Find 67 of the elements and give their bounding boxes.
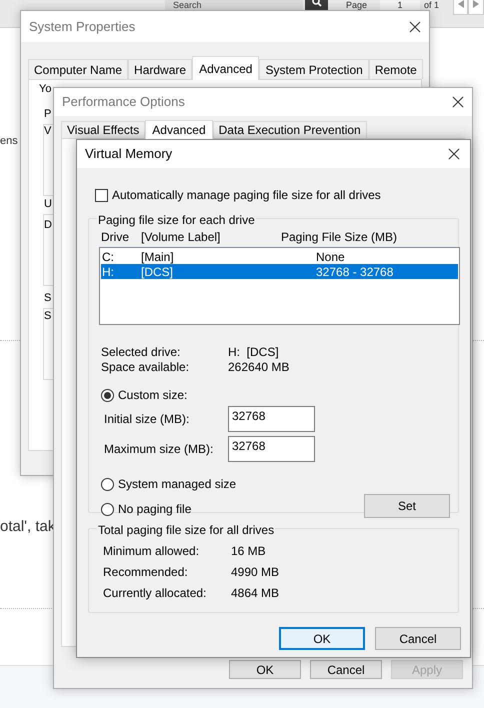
text-fragment: P [44, 108, 52, 121]
close-icon[interactable] [452, 96, 464, 108]
window-title: System Properties [29, 18, 136, 36]
close-icon[interactable] [448, 148, 460, 160]
paging-size: None [316, 248, 345, 266]
tab[interactable]: Hardware [128, 59, 192, 79]
radio-button[interactable] [101, 388, 114, 402]
drive-row[interactable]: H: [DCS] 32768 - 32768 [101, 264, 458, 279]
window-title: Performance Options [62, 93, 185, 112]
tab[interactable]: Computer Name [28, 59, 128, 79]
tab[interactable]: Data Execution Prevention [212, 121, 367, 138]
text-fragment: V [44, 125, 52, 138]
search-icon [312, 0, 322, 7]
left-arrow-icon [458, 0, 464, 8]
info-value: H: [DCS] [228, 344, 279, 361]
radio-label: Custom size: [118, 387, 188, 404]
field-label: Maximum size (MB): [104, 441, 214, 458]
volume-label: [Main] [141, 248, 175, 266]
radio-button[interactable] [101, 502, 114, 516]
dialog-button[interactable]: OK [229, 660, 301, 679]
input-field[interactable]: 32768 [228, 436, 315, 462]
column-header: Paging File Size (MB) [281, 229, 398, 246]
total-label: Minimum allowed: [103, 543, 200, 560]
drive-row[interactable]: C: [Main] None [101, 249, 458, 264]
radio-button[interactable] [101, 478, 114, 490]
radio-label: System managed size [118, 476, 236, 493]
right-arrow-icon [473, 0, 479, 8]
field-label: Initial size (MB): [104, 411, 190, 428]
text-fragment: ens [0, 134, 18, 149]
total-label: Currently allocated: [103, 585, 208, 602]
column-header: [Volume Label] [141, 229, 222, 246]
checkbox-label: Automatically manage paging file size for all drives [112, 187, 381, 204]
column-header: Drive [101, 229, 130, 246]
dialog-button[interactable]: Cancel [375, 627, 461, 650]
tab[interactable]: Advanced [145, 120, 213, 139]
tab[interactable]: Advanced [192, 56, 260, 80]
set-button[interactable]: Set [364, 494, 450, 518]
paging-size: 32768 - 32768 [316, 264, 394, 280]
page-label: Page [346, 0, 368, 10]
window-title: Virtual Memory [85, 145, 172, 164]
total-value: 16 MB [231, 543, 266, 560]
info-label: Selected drive: [101, 344, 182, 361]
total-label: Recommended: [103, 564, 189, 581]
drive-letter: H: [102, 264, 115, 280]
tab[interactable]: Remote [368, 59, 423, 79]
page-count: of 1 [424, 0, 440, 10]
total-value: 4990 MB [231, 564, 280, 581]
volume-label: [DCS] [141, 264, 174, 280]
total-value: 4864 MB [231, 585, 280, 602]
text-fragment: U [44, 198, 52, 211]
close-icon[interactable] [409, 20, 421, 32]
text-fragment: D [44, 219, 52, 232]
text-fragment: Yo [39, 83, 52, 96]
page-number-field[interactable]: 1 [380, 0, 420, 10]
info-value: 262640 MB [228, 359, 290, 376]
info-label: Space available: [101, 359, 190, 376]
text-fragment: S [44, 310, 52, 323]
search-field[interactable]: Search [165, 0, 303, 10]
tab[interactable]: Visual Effects [61, 121, 146, 138]
input-field[interactable]: 32768 [228, 406, 315, 432]
text-fragment: S [44, 292, 52, 305]
drive-letter: C: [102, 248, 115, 266]
radio-label: No paging file [118, 501, 192, 518]
tab[interactable]: System Protection [259, 59, 369, 79]
dialog-button[interactable]: OK [279, 627, 365, 650]
checkbox[interactable] [95, 188, 108, 202]
dialog-button[interactable]: Cancel [310, 660, 382, 679]
